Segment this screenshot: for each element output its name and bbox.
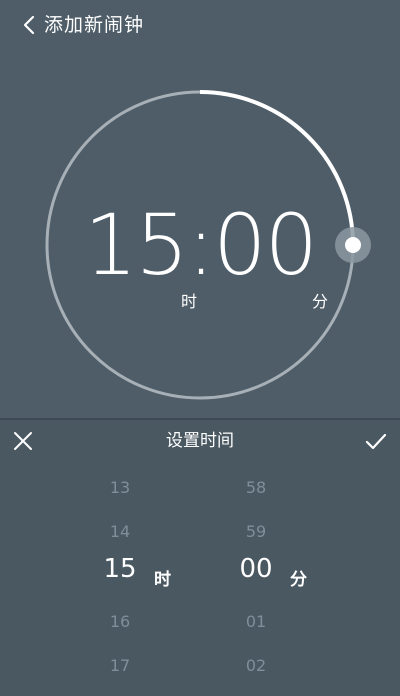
clock-area: 添加新闹钟 15:00 时 分: [0, 0, 400, 418]
minute-option[interactable]: 02: [216, 656, 296, 675]
hour-picker-unit: 时: [154, 570, 171, 590]
panel-title: 设置时间: [166, 431, 234, 451]
minute-option[interactable]: 01: [216, 612, 296, 631]
hour-option[interactable]: 16: [80, 612, 160, 631]
hour-option[interactable]: 17: [80, 656, 160, 675]
minute-unit-label: 分: [312, 292, 329, 311]
minute-option[interactable]: 59: [216, 522, 296, 541]
selected-time: 15:00: [83, 196, 318, 294]
time-panel-header: 设置时间: [0, 420, 400, 466]
hour-unit-label: 时: [181, 292, 198, 311]
hour-option-selected[interactable]: 15: [80, 554, 160, 584]
minute-picker-unit: 分: [290, 570, 307, 590]
minute-option-selected[interactable]: 00: [216, 554, 296, 584]
hour-option[interactable]: 14: [80, 522, 160, 541]
check-icon[interactable]: [364, 430, 388, 452]
minute-option[interactable]: 58: [216, 478, 296, 497]
hour-option[interactable]: 13: [80, 478, 160, 497]
